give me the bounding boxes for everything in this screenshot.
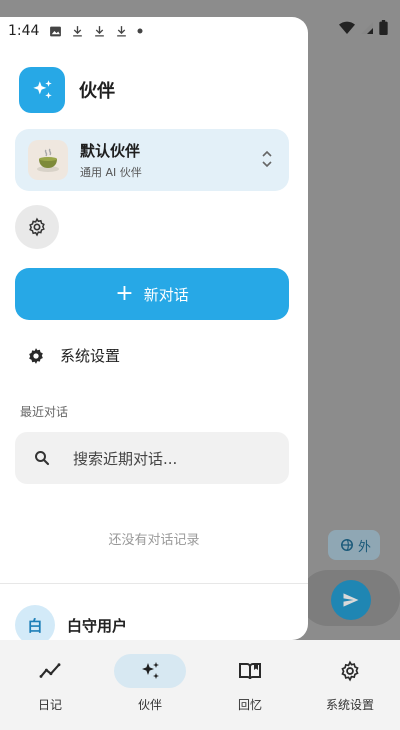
sparkle-icon bbox=[33, 80, 52, 99]
nav-item-settings[interactable]: 系统设置 bbox=[300, 640, 400, 730]
new-chat-label: 新对话 bbox=[143, 285, 189, 304]
system-settings-label: 系统设置 bbox=[60, 347, 121, 365]
persona-name: 默认伙伴 bbox=[80, 142, 141, 160]
nav-item-diary[interactable]: 日记 bbox=[0, 640, 100, 730]
download-icon bbox=[95, 26, 105, 37]
tea-cup-icon bbox=[37, 148, 59, 172]
status-time: 1:44 bbox=[8, 23, 40, 39]
sparkle-icon bbox=[142, 662, 159, 679]
status-bar: 1:44 bbox=[0, 18, 400, 44]
image-icon bbox=[50, 26, 62, 36]
user-profile[interactable]: 白 白守用户 bbox=[15, 605, 127, 640]
gear-icon bbox=[341, 660, 359, 682]
search-input[interactable]: 搜索近期对话... bbox=[15, 432, 289, 484]
persona-avatar bbox=[28, 140, 68, 180]
drawer-header: 伙伴 bbox=[19, 67, 115, 113]
persona-selector[interactable]: 默认伙伴 通用 AI 伙伴 bbox=[15, 129, 289, 191]
recent-section-label: 最近对话 bbox=[20, 405, 69, 419]
empty-state-text: 还没有对话记录 bbox=[108, 533, 200, 548]
search-placeholder: 搜索近期对话... bbox=[73, 449, 178, 468]
persona-settings-button[interactable] bbox=[15, 205, 59, 249]
battery-icon bbox=[379, 20, 388, 35]
nav-label-companion: 伙伴 bbox=[137, 698, 162, 712]
user-name: 白守用户 bbox=[67, 616, 128, 635]
drawer-title: 伙伴 bbox=[79, 81, 115, 102]
dot-icon bbox=[137, 28, 143, 34]
send-button bbox=[331, 580, 371, 620]
gear-icon bbox=[29, 347, 43, 364]
bottom-navigation: 日记 伙伴 回忆 系统设置 bbox=[0, 640, 400, 730]
new-chat-button[interactable]: + 新对话 bbox=[15, 268, 289, 320]
backdrop-chip-label: 外 bbox=[358, 539, 372, 555]
nav-label-settings: 系统设置 bbox=[325, 698, 374, 712]
nav-item-companion[interactable]: 伙伴 bbox=[100, 640, 200, 730]
download-icon bbox=[73, 26, 83, 37]
gear-icon bbox=[29, 217, 45, 237]
signal-icon bbox=[361, 21, 373, 34]
unfold-icon bbox=[262, 150, 272, 168]
search-icon bbox=[35, 451, 50, 466]
backdrop-chip: 外 bbox=[328, 530, 380, 560]
avatar: 白 bbox=[15, 605, 55, 640]
brand-logo bbox=[19, 67, 65, 113]
divider bbox=[0, 583, 308, 584]
nav-label-diary: 日记 bbox=[37, 698, 62, 712]
download-icon bbox=[117, 26, 127, 37]
globe-icon bbox=[341, 539, 353, 551]
wifi-icon bbox=[339, 21, 355, 34]
send-icon bbox=[343, 593, 359, 607]
nav-label-memories: 回忆 bbox=[237, 698, 262, 712]
plus-icon: + bbox=[115, 281, 134, 306]
navigation-drawer: 伙伴 默认伙伴 通用 AI 伙伴 + 新对话 系统设置 最近对话 搜索近期对话.… bbox=[0, 17, 308, 640]
book-icon bbox=[239, 663, 261, 680]
nav-item-memories[interactable]: 回忆 bbox=[200, 640, 300, 730]
system-settings-item[interactable]: 系统设置 bbox=[26, 345, 120, 366]
trend-icon bbox=[39, 663, 61, 678]
persona-subtitle: 通用 AI 伙伴 bbox=[80, 166, 142, 179]
